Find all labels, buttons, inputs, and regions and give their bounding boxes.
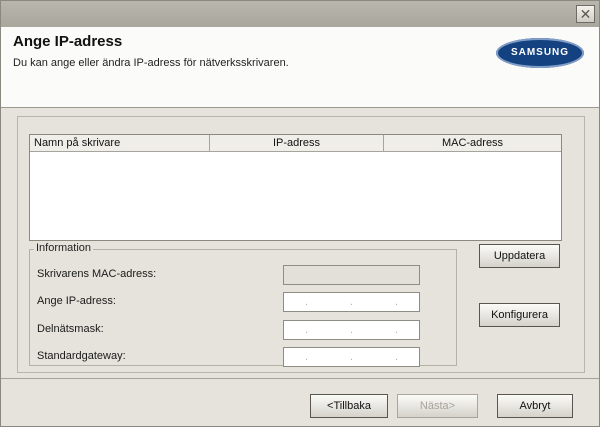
footer-divider xyxy=(1,378,599,379)
mac-address-field xyxy=(283,265,420,285)
ip-address-label: Ange IP-adress: xyxy=(37,295,116,307)
title-bar: ✕ xyxy=(1,1,599,27)
information-legend: Information xyxy=(34,242,94,254)
close-button[interactable]: ✕ xyxy=(576,5,595,23)
printer-list[interactable]: Namn på skrivare IP-adress MAC-adress xyxy=(29,134,562,241)
column-header-mac-address[interactable]: MAC-adress xyxy=(384,135,561,152)
column-header-ip-address[interactable]: IP-adress xyxy=(210,135,384,152)
configure-button[interactable]: Konfigurera xyxy=(479,303,560,327)
dialog-window: ✕ Ange IP-adress Du kan ange eller ändra… xyxy=(0,0,600,427)
mac-address-label: Skrivarens MAC-adress: xyxy=(37,268,157,280)
samsung-logo: SAMSUNG xyxy=(496,38,584,68)
back-button[interactable]: <Tillbaka xyxy=(310,394,388,418)
subnet-mask-input[interactable]: ... xyxy=(283,320,420,340)
update-button[interactable]: Uppdatera xyxy=(479,244,560,268)
cancel-button[interactable]: Avbryt xyxy=(497,394,573,418)
close-icon: ✕ xyxy=(579,6,592,22)
gateway-input[interactable]: ... xyxy=(283,347,420,367)
page-subtitle: Du kan ange eller ändra IP-adress för nä… xyxy=(13,57,289,69)
column-header-printer-name[interactable]: Namn på skrivare xyxy=(30,135,210,152)
gateway-label: Standardgateway: xyxy=(37,350,126,362)
subnet-mask-label: Delnätsmask: xyxy=(37,323,104,335)
next-button[interactable]: Nästa> xyxy=(397,394,478,418)
ip-address-input[interactable]: ... xyxy=(283,292,420,312)
page-title: Ange IP-adress xyxy=(13,33,123,50)
